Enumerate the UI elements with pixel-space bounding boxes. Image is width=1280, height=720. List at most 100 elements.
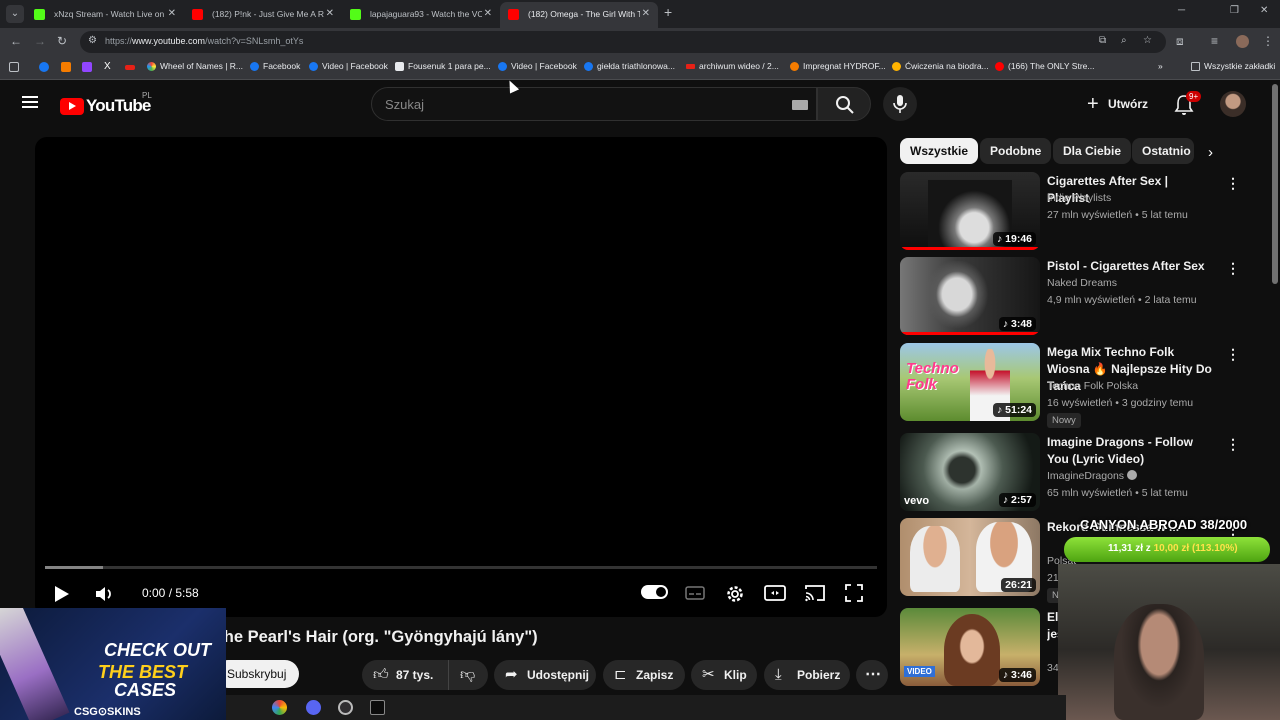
extensions-icon[interactable]: ⧈ [1176, 34, 1184, 49]
recommended-video[interactable]: vevo ♪ 2:57 Imagine Dragons - Follow You… [900, 433, 1260, 515]
settings-gear-icon[interactable] [724, 583, 746, 605]
bookmark-item[interactable]: Facebook [250, 61, 300, 71]
voice-search-button[interactable] [883, 87, 917, 121]
chip-recent[interactable]: Ostatnio [1132, 138, 1194, 164]
forward-icon[interactable]: → [34, 34, 46, 48]
menu-icon[interactable] [22, 96, 38, 108]
chip-for-you[interactable]: Dla Ciebie [1053, 138, 1132, 164]
browser-tab[interactable]: (182) P!nk - Just Give Me A Rea ✕ [184, 2, 342, 28]
save-button[interactable]: ⊏ Zapisz [603, 660, 685, 690]
channel-name[interactable]: Naked Dreams [1047, 277, 1117, 289]
media-icon[interactable]: ≡ [1211, 34, 1218, 48]
profile-avatar[interactable] [1236, 35, 1249, 48]
bookmark-star-icon[interactable]: ☆ [1143, 35, 1152, 46]
bookmark-item[interactable]: archiwum wideo / 2... [686, 61, 779, 71]
create-button[interactable]: + Utwórz [1078, 89, 1158, 119]
more-options-icon[interactable]: ⋮ [1226, 346, 1240, 363]
close-window-icon[interactable]: ✕ [1260, 5, 1268, 16]
page-scrollbar[interactable] [1272, 84, 1278, 284]
tab-close-icon[interactable]: ✕ [642, 2, 650, 26]
install-app-icon[interactable]: ⧉ [1099, 35, 1106, 46]
apps-grid-icon[interactable] [9, 62, 19, 72]
terminal-icon[interactable] [370, 700, 385, 715]
bookmark-item[interactable]: Ćwiczenia na biodra... [892, 61, 989, 71]
video-thumbnail[interactable]: 26:21 [900, 518, 1040, 596]
tab-search-icon[interactable]: ⌄ [6, 5, 24, 23]
video-title[interactable]: Pistol - Cigarettes After Sex [1047, 258, 1212, 275]
chip-all[interactable]: Wszystkie [900, 138, 979, 164]
bookmark-item[interactable]: Impregnat HYDROF... [790, 61, 886, 71]
recommended-video[interactable]: ♪ 3:48 Pistol - Cigarettes After Sex Nak… [900, 257, 1260, 339]
site-info-icon[interactable]: ⚙ [88, 35, 97, 46]
chrome-icon[interactable] [272, 700, 287, 715]
channel-name[interactable]: ImagineDragons [1047, 470, 1137, 482]
browser-tab[interactable]: xNzq Stream - Watch Live on K ✕ [26, 2, 184, 28]
chip-related[interactable]: Podobne [980, 138, 1052, 164]
facebook-icon[interactable] [39, 62, 49, 72]
browser-tab-active[interactable]: (182) Omega - The Girl With Th ✕ [500, 2, 658, 28]
chevron-right-icon[interactable]: › [1208, 144, 1213, 161]
clip-button[interactable]: ✂ Klip [691, 660, 757, 690]
more-options-icon[interactable]: ⋮ [1226, 175, 1240, 192]
share-button[interactable]: ➦ Udostępnij [494, 660, 596, 690]
cast-icon[interactable] [804, 583, 826, 603]
video-thumbnail[interactable]: ♪ 19:46 [900, 172, 1040, 250]
minimize-icon[interactable]: ─ [1178, 5, 1185, 16]
video-player[interactable]: 0:00 / 5:58 [35, 137, 887, 617]
zoom-icon[interactable]: ⌕ [1121, 35, 1127, 46]
fullscreen-icon[interactable] [844, 583, 864, 603]
restore-icon[interactable]: ❐ [1230, 5, 1239, 16]
keyboard-icon[interactable] [792, 100, 808, 110]
account-avatar[interactable] [1220, 91, 1246, 117]
download-button[interactable]: ⤓ Pobierz [764, 660, 850, 690]
bookmark-icon[interactable] [61, 62, 71, 72]
browser-menu-icon[interactable]: ⋮ [1262, 34, 1274, 48]
bookmark-item[interactable]: Video | Facebook [498, 61, 577, 71]
tab-close-icon[interactable]: ✕ [484, 2, 492, 26]
recommended-video[interactable]: Techno Folk ♪ 51:24 Mega Mix Techno Folk… [900, 343, 1260, 428]
reload-icon[interactable]: ↻ [57, 34, 67, 48]
channel-name[interactable]: Techno Folk Polska [1047, 380, 1138, 392]
progress-bar[interactable] [45, 566, 877, 569]
bookmarks-overflow-icon[interactable]: » [1158, 61, 1163, 71]
tab-close-icon[interactable]: ✕ [168, 2, 176, 26]
volume-icon[interactable] [93, 583, 117, 605]
search-input[interactable]: Szukaj [371, 87, 817, 121]
video-thumbnail[interactable]: Techno Folk ♪ 51:24 [900, 343, 1040, 421]
theater-mode-icon[interactable] [764, 583, 786, 603]
browser-tab[interactable]: lapajaguara93 - Watch the VOD ✕ [342, 2, 500, 28]
more-options-icon[interactable]: ⋮ [1226, 260, 1240, 277]
bookmark-item[interactable]: Wheel of Names | R... [147, 61, 243, 71]
video-thumbnail[interactable]: VIDEO ♪ 3:46 [900, 608, 1040, 686]
live-icon[interactable] [125, 65, 135, 70]
back-icon[interactable]: ← [10, 34, 22, 48]
subtitles-icon[interactable] [685, 583, 705, 603]
autoplay-toggle[interactable] [641, 585, 668, 599]
twitch-icon[interactable] [82, 62, 92, 72]
recommended-video[interactable]: ♪ 19:46 Cigarettes After Sex | Playlist … [900, 172, 1260, 254]
new-tab-icon[interactable]: + [664, 4, 672, 20]
all-bookmarks[interactable]: Wszystkie zakładki [1191, 61, 1275, 71]
bookmark-item[interactable]: giełda triathlonowa... [584, 61, 675, 71]
video-thumbnail[interactable]: vevo ♪ 2:57 [900, 433, 1040, 511]
bookmark-item[interactable]: (166) The ONLY Stre... [995, 61, 1094, 71]
tab-close-icon[interactable]: ✕ [326, 2, 334, 26]
x-icon[interactable]: X [104, 62, 114, 72]
bookmark-item[interactable]: Fousenuk 1 para pe... [395, 61, 491, 71]
dislike-button[interactable]: 👎︎ [448, 660, 488, 690]
search-button[interactable] [817, 87, 871, 121]
like-button[interactable]: 👍︎ 87 tys. [362, 660, 457, 690]
discord-icon[interactable] [306, 700, 321, 715]
video-title[interactable]: Imagine Dragons - Follow You (Lyric Vide… [1047, 434, 1212, 468]
bookmark-item[interactable]: Video | Facebook [309, 61, 388, 71]
subscribe-button[interactable]: Subskrybuj [214, 660, 300, 688]
address-bar[interactable]: ⚙ https://www.youtube.com/watch?v=SNLsmh… [80, 31, 1166, 53]
channel-name[interactable]: Indie Playlists [1047, 192, 1111, 204]
play-icon[interactable] [50, 583, 72, 605]
more-options-icon[interactable]: ⋮ [1226, 436, 1240, 453]
obs-icon[interactable] [338, 700, 353, 715]
youtube-logo[interactable]: YouTube [60, 96, 151, 116]
download-icon: ⤓ [775, 666, 782, 683]
more-actions-icon[interactable]: ⋯ [856, 660, 888, 690]
video-thumbnail[interactable]: ♪ 3:48 [900, 257, 1040, 335]
